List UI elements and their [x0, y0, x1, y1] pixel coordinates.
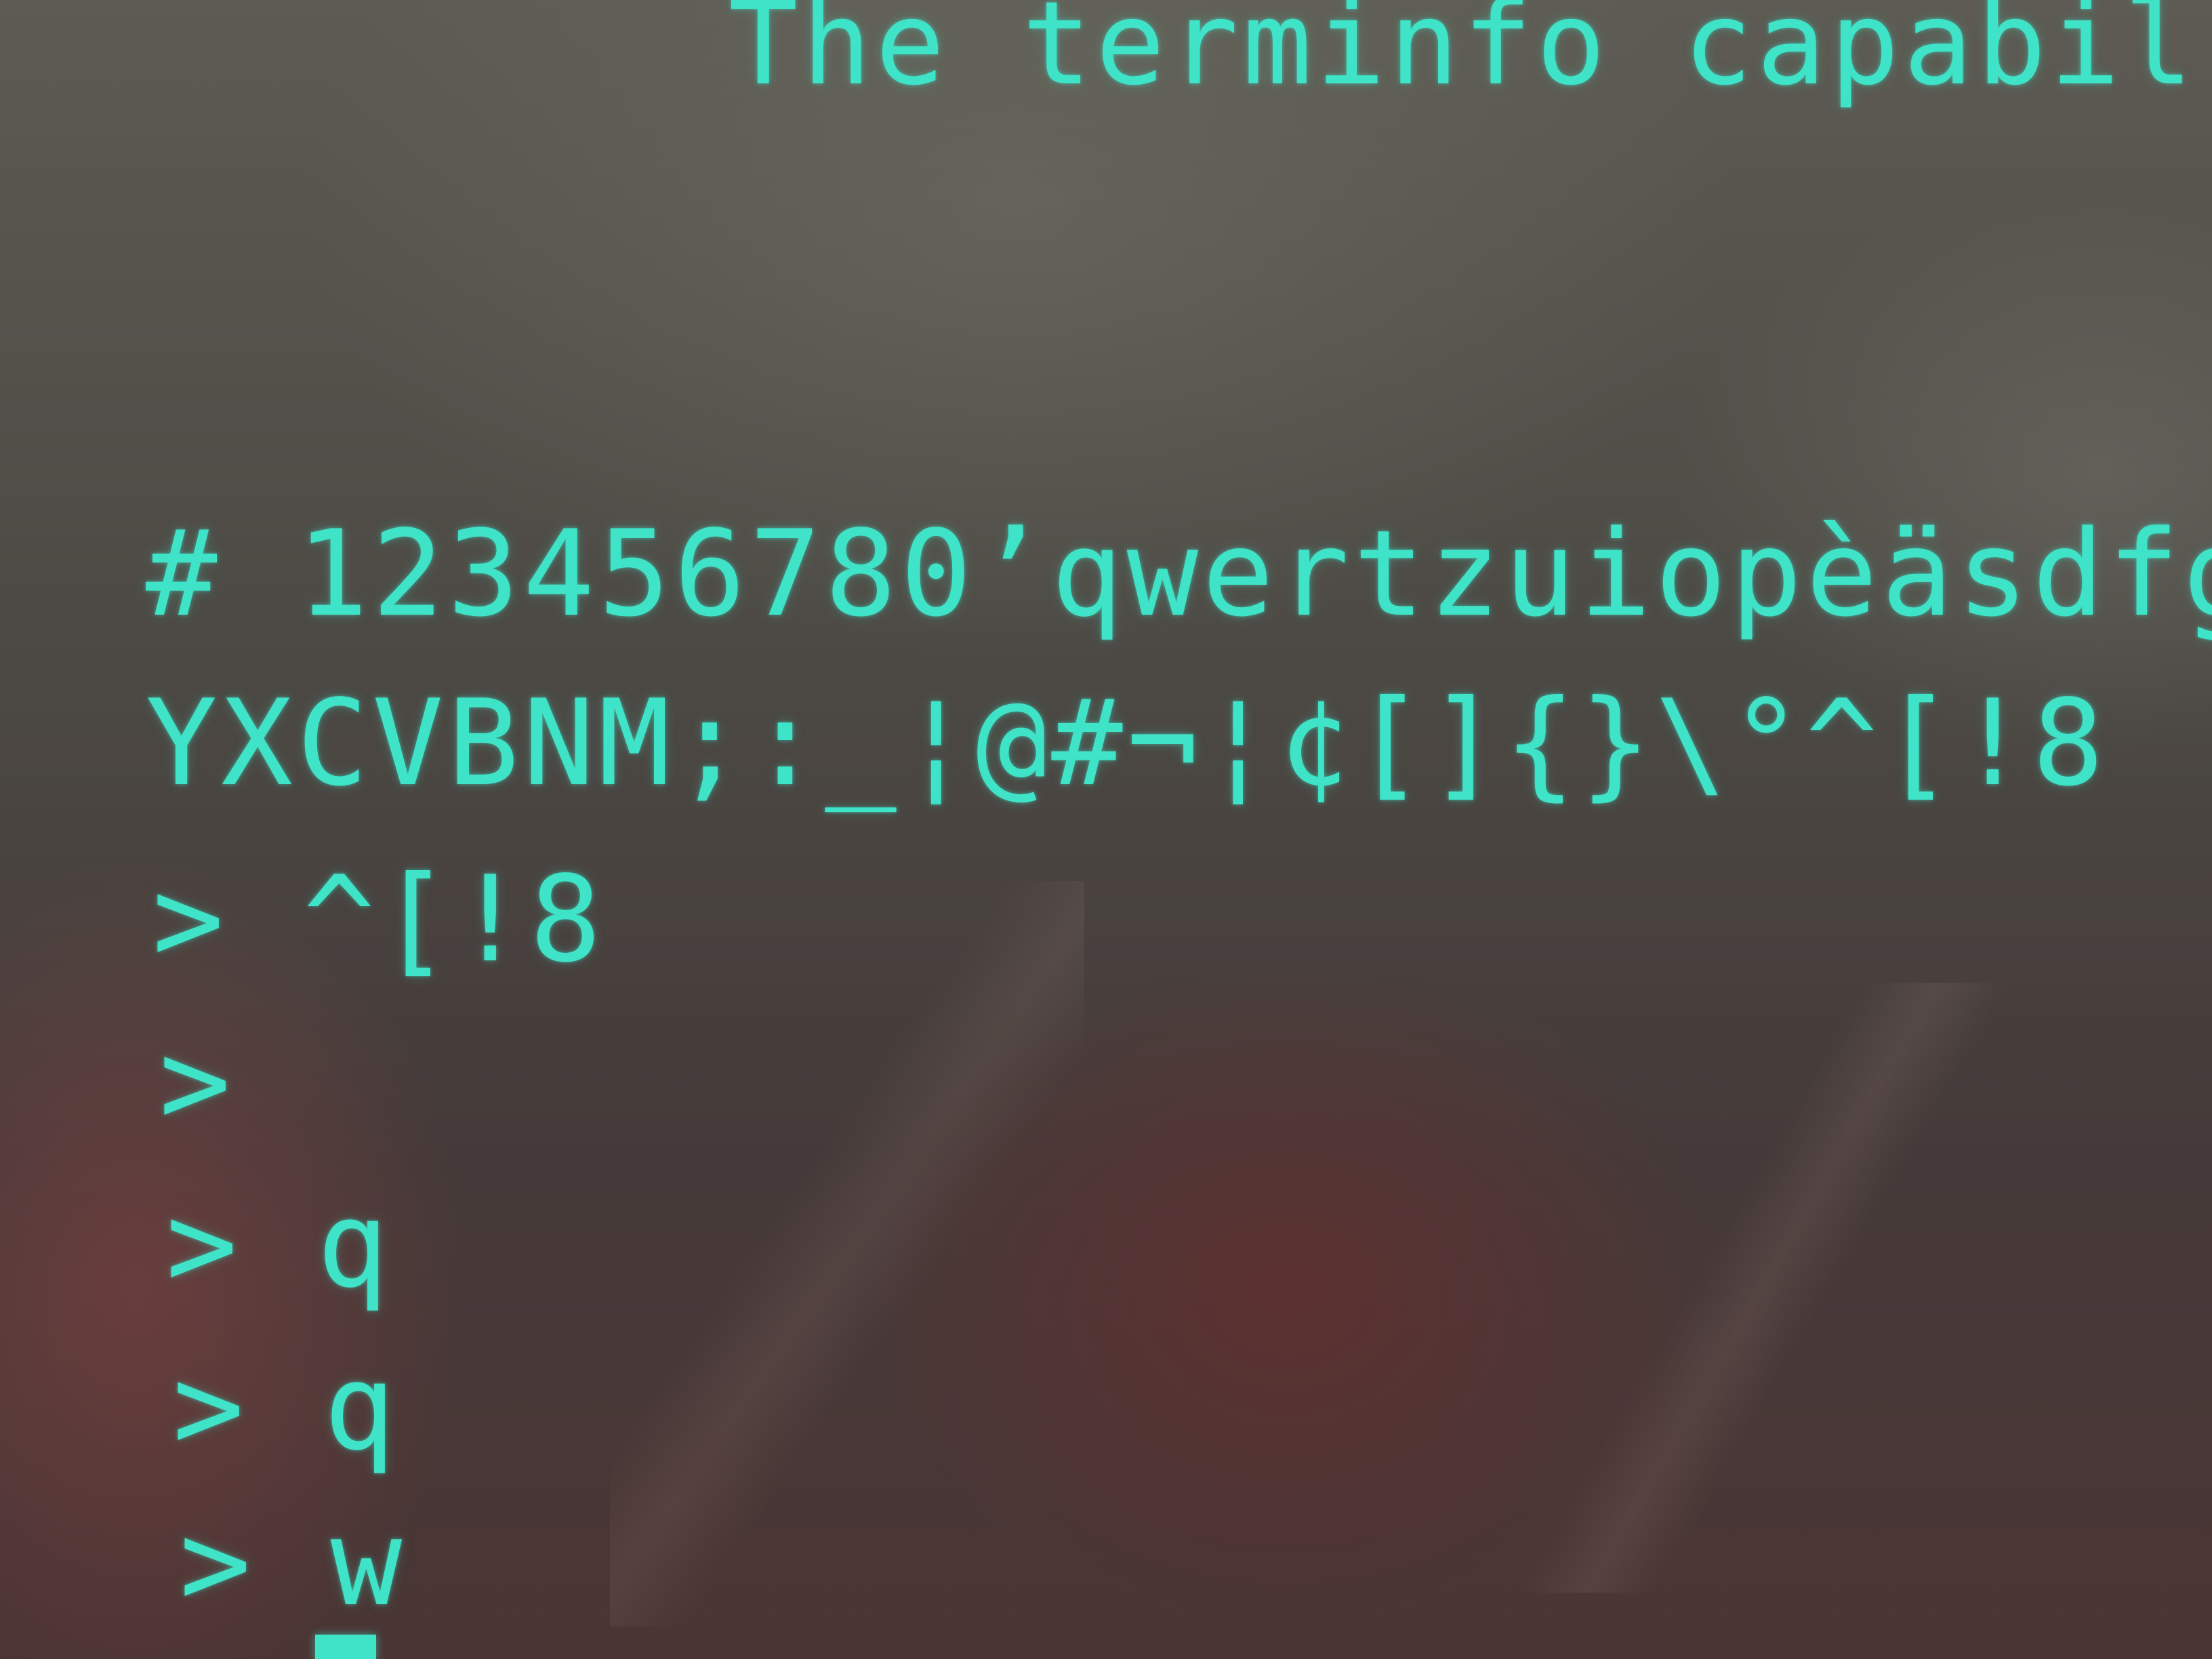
- screen-reflection: [610, 881, 1084, 1626]
- terminal-line-charset-2: YXCVBNM;:_¦@#¬¦¢[]{}\°^[!8: [146, 675, 2108, 813]
- terminal-prompt-line: > q: [173, 1339, 400, 1477]
- terminal-prompt-line: > ^[!8: [152, 851, 606, 989]
- terminal-heading: The terminfo capabil: [729, 0, 2197, 111]
- screen-reflection: [1491, 983, 2033, 1593]
- terminal-prompt-line: > w: [180, 1495, 407, 1633]
- terminal-prompt-line: > q: [166, 1176, 393, 1314]
- terminal-cursor: [315, 1635, 376, 1659]
- terminal-screen[interactable]: The terminfo capabil # 123456780’qwertzu…: [0, 0, 2212, 1659]
- terminal-line-charset-1: # 123456780’qwertzuiopèäsdfgh: [146, 506, 2212, 643]
- terminal-prompt-line: >: [159, 1014, 235, 1151]
